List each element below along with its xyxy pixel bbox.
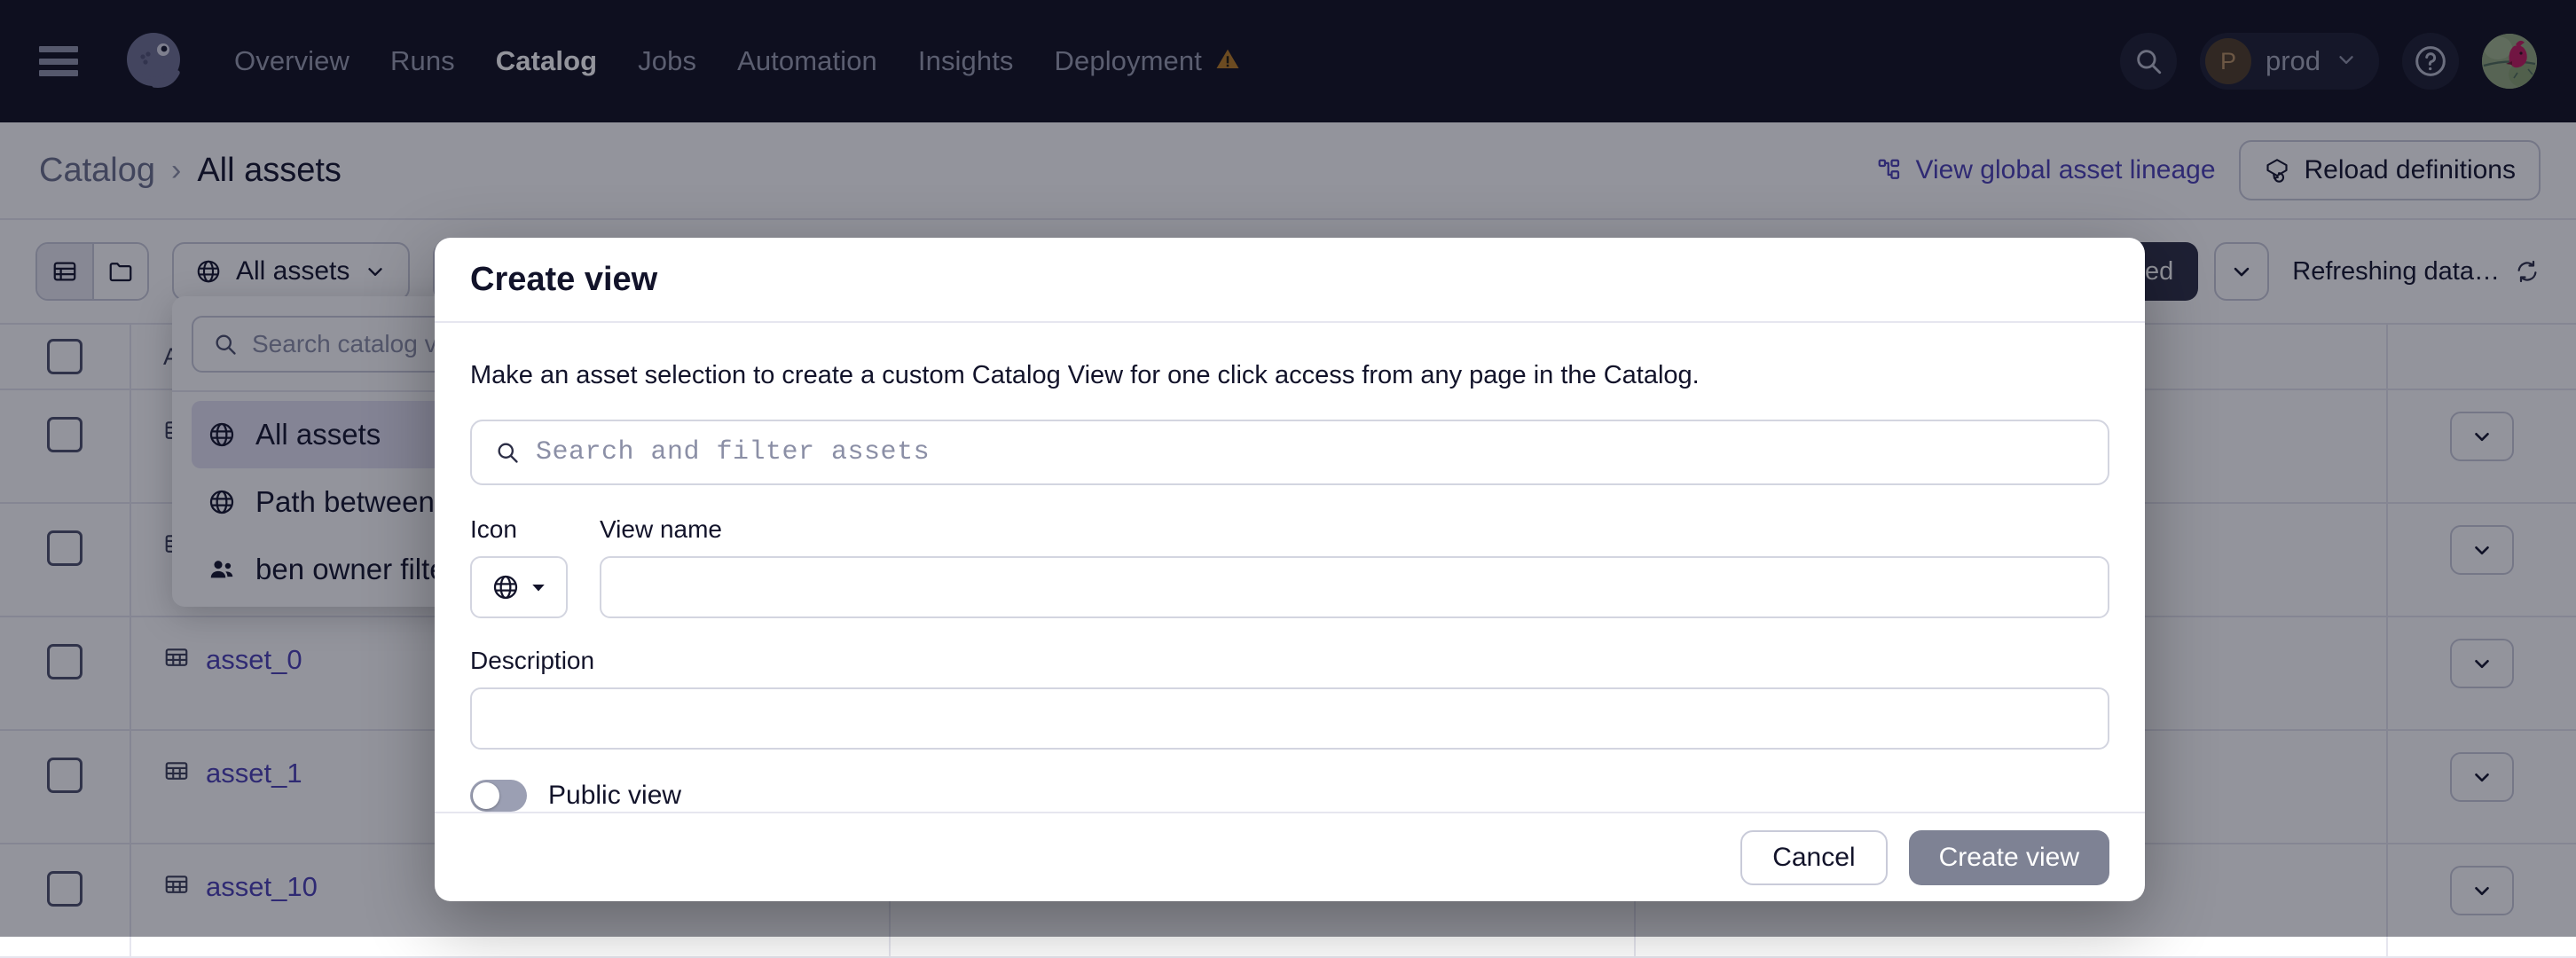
view-name-input[interactable]: [600, 556, 2109, 618]
create-view-dialog: Create view Make an asset selection to c…: [435, 238, 2145, 901]
icon-select-button[interactable]: [470, 556, 568, 618]
description-field: Description: [470, 647, 2109, 750]
dialog-header: Create view: [435, 238, 2145, 323]
cancel-button[interactable]: Cancel: [1740, 830, 1887, 885]
public-view-toggle-row: Public view: [470, 780, 2109, 812]
asset-selection-search-input[interactable]: Search and filter assets: [470, 420, 2109, 485]
dialog-body: Make an asset selection to create a cust…: [435, 323, 2145, 812]
description-input[interactable]: [470, 687, 2109, 750]
create-view-submit-button[interactable]: Create view: [1909, 830, 2109, 885]
globe-icon: [491, 573, 520, 601]
toggle-knob: [473, 782, 499, 809]
chevron-down-icon: [530, 579, 546, 595]
view-name-field-label: View name: [600, 515, 2109, 544]
icon-and-name-row: Icon View name: [470, 515, 2109, 618]
public-view-toggle-label: Public view: [548, 781, 681, 811]
view-name-field: View name: [600, 515, 2109, 618]
description-field-label: Description: [470, 647, 2109, 675]
search-icon: [495, 440, 520, 465]
asset-selection-search-placeholder: Search and filter assets: [536, 437, 930, 467]
dialog-footer: Cancel Create view: [435, 812, 2145, 901]
dialog-description: Make an asset selection to create a cust…: [470, 358, 2109, 393]
icon-field: Icon: [470, 515, 568, 618]
icon-field-label: Icon: [470, 515, 568, 544]
public-view-toggle[interactable]: [470, 780, 527, 812]
dialog-title: Create view: [470, 261, 657, 299]
